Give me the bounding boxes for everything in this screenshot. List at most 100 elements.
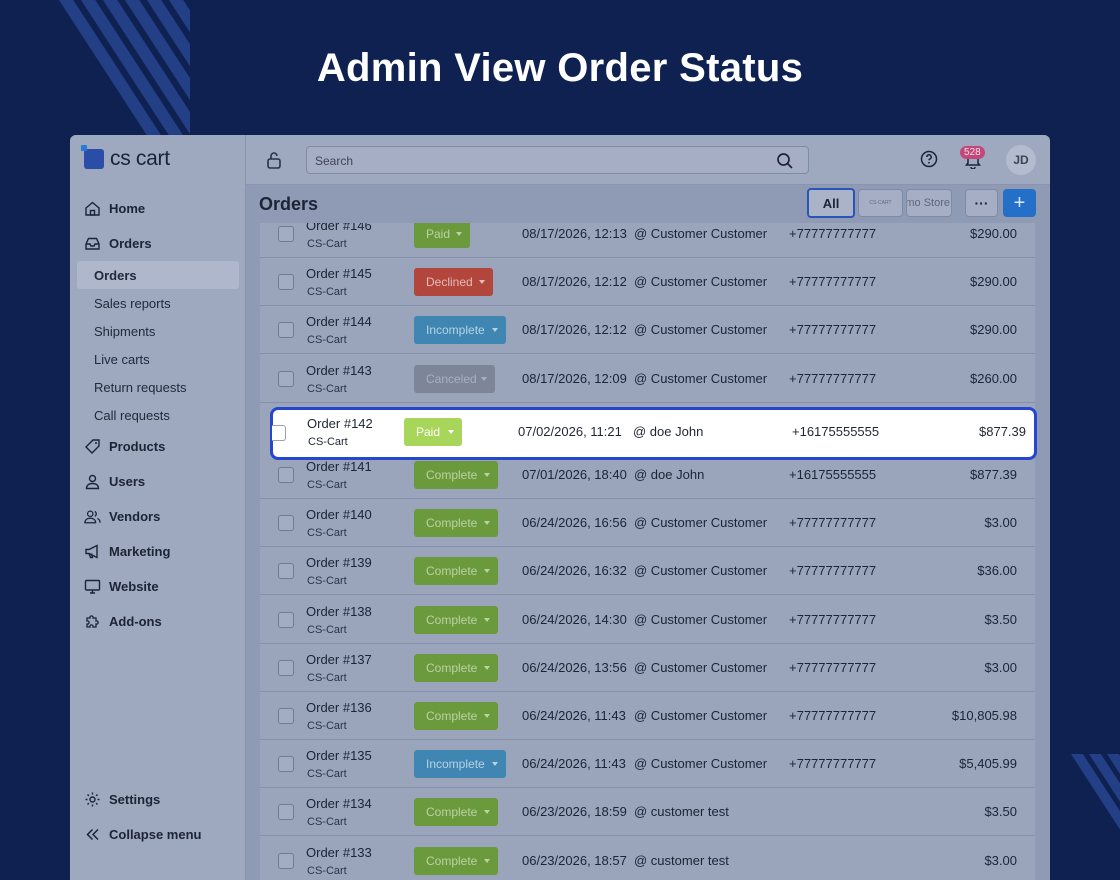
customer-name-link[interactable]: @ Customer Customer: [634, 226, 767, 241]
row-checkbox[interactable]: [278, 226, 294, 242]
sidebar-item-website[interactable]: Website: [70, 569, 246, 604]
table-row[interactable]: Order #144 CS-Cart Incomplete 08/17/2026, 1…: [260, 306, 1035, 355]
order-number-link[interactable]: Order #138: [306, 604, 372, 619]
customer-name-link[interactable]: @ Customer Customer: [634, 322, 767, 337]
customer-name-link[interactable]: @ Customer Customer: [634, 756, 767, 771]
row-checkbox[interactable]: [278, 804, 294, 821]
table-row[interactable]: Order #136 CS-Cart Complete 06/24/2026, 11:…: [260, 692, 1035, 740]
order-number-link[interactable]: Order #142: [307, 416, 373, 431]
status-dropdown[interactable]: Paid: [404, 418, 462, 446]
sidebar-subitem-return-requests[interactable]: Return requests: [77, 373, 239, 401]
row-checkbox[interactable]: [278, 708, 294, 724]
sidebar-item-products[interactable]: Products: [70, 429, 246, 464]
sidebar-item-users[interactable]: Users: [70, 464, 246, 499]
sidebar-subitem-shipments[interactable]: Shipments: [77, 317, 239, 345]
row-checkbox[interactable]: [278, 370, 294, 387]
table-row[interactable]: Order #139 CS-Cart Complete 06/24/2026, 16:…: [260, 547, 1035, 596]
sidebar-item-label: Shipments: [94, 323, 156, 339]
status-dropdown[interactable]: Complete: [414, 461, 498, 489]
table-row[interactable]: Order #143 CS-Cart Canceled 08/17/2026, 12:…: [260, 355, 1035, 403]
status-dropdown[interactable]: Complete: [414, 798, 498, 827]
sidebar-item-home[interactable]: Home: [70, 191, 246, 226]
highlighted-order-row[interactable]: Order #142 CS-Cart Paid 07/02/2026, 11:21 @ …: [270, 407, 1037, 460]
status-dropdown[interactable]: Declined: [414, 268, 493, 297]
customer-name-link[interactable]: @ Customer Customer: [634, 708, 767, 723]
customer-phone: +77777777777: [789, 563, 877, 579]
sidebar-item-label: Orders: [94, 267, 137, 283]
customer-name-link[interactable]: @ Customer Customer: [634, 563, 767, 578]
order-number-link[interactable]: Order #136: [306, 700, 372, 715]
table-row[interactable]: Order #135 CS-Cart Incomplete 06/24/2026, 1…: [260, 740, 1035, 789]
customer-name-link[interactable]: @ customer test: [634, 804, 729, 819]
cs-cart-logo[interactable]: cs cart: [81, 145, 170, 171]
status-dropdown[interactable]: Canceled: [414, 364, 495, 393]
row-checkbox[interactable]: [278, 467, 294, 483]
table-row[interactable]: Order #145 CS-Cart Declined 08/17/2026, 12:…: [260, 258, 1035, 307]
avatar[interactable]: JD: [1006, 145, 1036, 175]
store-filter-cs-cart-button[interactable]: CS-CART: [858, 189, 903, 217]
table-row[interactable]: Order #146 CS-Cart Paid 08/17/2026, 12:13 @ …: [260, 223, 1035, 258]
status-dropdown[interactable]: Complete: [414, 509, 498, 538]
order-number-link[interactable]: Order #139: [306, 555, 372, 570]
status-label: Incomplete: [426, 323, 485, 338]
table-row[interactable]: Order #137 CS-Cart Complete 06/24/2026, 13:…: [260, 644, 1035, 692]
sidebar-item-marketing[interactable]: Marketing: [70, 534, 246, 569]
order-number-link[interactable]: Order #144: [306, 314, 372, 329]
sidebar-subitem-orders[interactable]: Orders: [77, 261, 239, 289]
sidebar-item-collapse-menu[interactable]: Collapse menu: [70, 817, 246, 852]
table-row[interactable]: Order #134 CS-Cart Complete 06/23/2026, 18:…: [260, 788, 1035, 837]
order-number-link[interactable]: Order #137: [306, 652, 372, 667]
order-number-link[interactable]: Order #145: [306, 266, 372, 281]
add-order-button[interactable]: +: [1003, 189, 1036, 217]
sidebar-item-orders[interactable]: Orders: [70, 226, 246, 261]
search-icon[interactable]: [776, 152, 794, 175]
customer-name-link[interactable]: @ Customer Customer: [634, 612, 767, 627]
row-checkbox[interactable]: [278, 274, 294, 291]
lock-icon[interactable]: [266, 151, 282, 174]
order-number-link[interactable]: Order #143: [306, 363, 372, 378]
sidebar-item-settings[interactable]: Settings: [70, 782, 246, 817]
row-checkbox[interactable]: [278, 515, 294, 532]
customer-name-link[interactable]: @ doe John: [634, 467, 704, 482]
row-checkbox[interactable]: [278, 852, 294, 869]
order-number-link[interactable]: Order #133: [306, 845, 372, 860]
row-checkbox[interactable]: [278, 322, 294, 339]
row-checkbox[interactable]: [278, 563, 294, 580]
status-dropdown[interactable]: Complete: [414, 702, 498, 730]
store-filter-demo-store-button[interactable]: Demo Store: [906, 189, 952, 217]
customer-name-link[interactable]: @ Customer Customer: [634, 371, 767, 386]
order-number-link[interactable]: Order #135: [306, 748, 372, 763]
status-dropdown[interactable]: Incomplete: [414, 316, 506, 345]
customer-name-link[interactable]: @ Customer Customer: [634, 660, 767, 675]
row-checkbox[interactable]: [278, 756, 294, 773]
table-row[interactable]: Order #133 CS-Cart Complete 06/23/2026, 18:…: [260, 837, 1035, 880]
help-icon[interactable]: [920, 150, 938, 173]
filter-all-button[interactable]: All: [807, 188, 855, 218]
status-dropdown[interactable]: Complete: [414, 605, 498, 634]
status-dropdown[interactable]: Complete: [414, 653, 498, 682]
sidebar-subitem-call-requests[interactable]: Call requests: [77, 401, 239, 429]
sidebar-item-add-ons[interactable]: Add-ons: [70, 604, 246, 639]
order-number-link[interactable]: Order #140: [306, 507, 372, 522]
more-actions-button[interactable]: ···: [965, 189, 998, 217]
status-dropdown[interactable]: Complete: [414, 846, 498, 875]
search-input[interactable]: Search: [306, 146, 809, 174]
row-checkbox[interactable]: [278, 659, 294, 676]
customer-name-link[interactable]: @ customer test: [634, 853, 729, 868]
status-dropdown[interactable]: Incomplete: [414, 750, 506, 779]
customer-name-link[interactable]: @ doe John: [633, 424, 703, 439]
customer-name-link[interactable]: @ Customer Customer: [634, 515, 767, 530]
order-number-link[interactable]: Order #134: [306, 796, 372, 811]
row-checkbox[interactable]: [272, 425, 286, 441]
table-row[interactable]: Order #140 CS-Cart Complete 06/24/2026, 16:…: [260, 499, 1035, 548]
table-row[interactable]: Order #138 CS-Cart Complete 06/24/2026, 14:…: [260, 596, 1035, 644]
status-dropdown[interactable]: Paid: [414, 223, 470, 248]
sidebar-item-vendors[interactable]: Vendors: [70, 499, 246, 534]
status-dropdown[interactable]: Complete: [414, 557, 498, 586]
order-number-link[interactable]: Order #146: [306, 223, 372, 233]
sidebar-subitem-live-carts[interactable]: Live carts: [77, 345, 239, 373]
customer-name-link[interactable]: @ Customer Customer: [634, 274, 767, 289]
sidebar-subitem-sales-reports[interactable]: Sales reports: [77, 289, 239, 317]
row-checkbox[interactable]: [278, 611, 294, 628]
order-number-link[interactable]: Order #141: [306, 459, 372, 474]
